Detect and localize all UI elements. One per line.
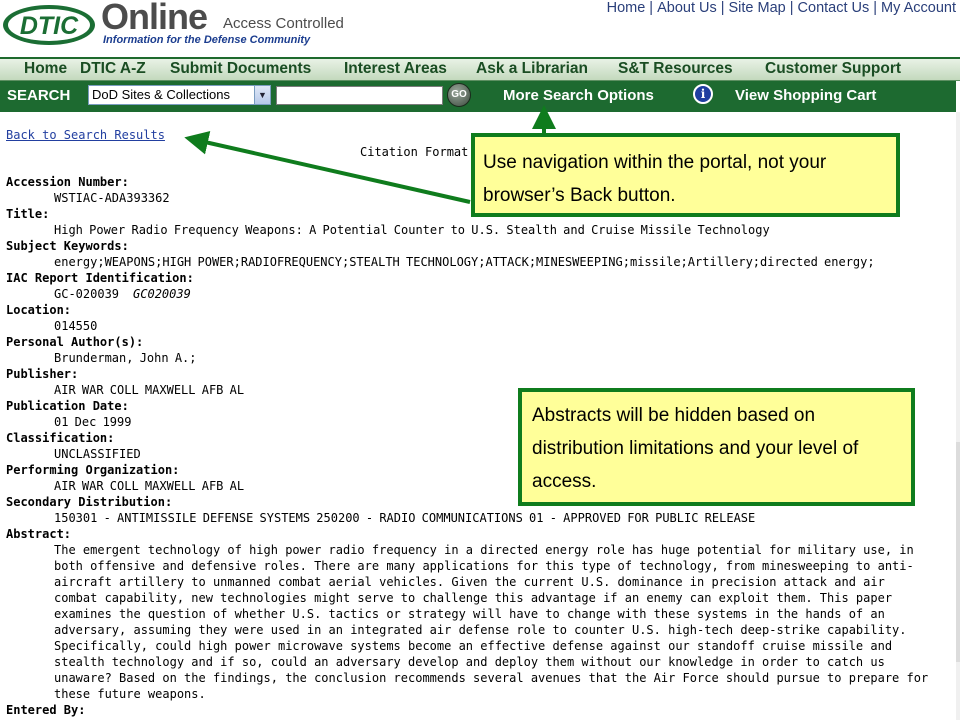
util-link-contact[interactable]: Contact Us xyxy=(798,0,870,16)
back-to-results-link[interactable]: Back to Search Results xyxy=(6,128,165,142)
brand-title: Online xyxy=(101,0,208,37)
dtic-logo[interactable]: DTIC xyxy=(2,3,96,47)
util-link-sitemap[interactable]: Site Map xyxy=(729,0,786,16)
abstract-label: Abstract: xyxy=(6,527,72,541)
utility-nav: Home | About Us | Site Map | Contact Us … xyxy=(607,0,956,16)
separator: | xyxy=(789,0,794,16)
field-value: High Power Radio Frequency Weapons: A Po… xyxy=(54,223,770,237)
abstract-text: The emergent technology of high power ra… xyxy=(54,543,929,701)
separator: | xyxy=(649,0,654,16)
field-label: Personal Author(s): xyxy=(6,335,144,349)
field-value: Brunderman, John A.; xyxy=(54,351,197,365)
dtic-logo-text: DTIC xyxy=(20,12,79,40)
search-input[interactable] xyxy=(276,86,443,105)
field-value: GC-020039 GC020039 xyxy=(6,286,946,302)
brand-access-note: Access Controlled xyxy=(223,15,344,32)
report-id-alt: GC020039 xyxy=(133,287,191,301)
citation-format-label: Citation Format: xyxy=(360,145,476,159)
separator: | xyxy=(720,0,725,16)
separator: | xyxy=(873,0,878,16)
util-link-account[interactable]: My Account xyxy=(881,0,956,16)
site-header: DTIC Online Access Controlled Informatio… xyxy=(0,0,960,57)
field-label: Subject Keywords: xyxy=(6,239,129,253)
page-scrollbar[interactable] xyxy=(956,112,960,720)
field-value: 150301 - ANTIMISSILE DEFENSE SYSTEMS 250… xyxy=(54,511,756,525)
view-shopping-cart-link[interactable]: View Shopping Cart xyxy=(735,87,876,104)
nav-customer-support[interactable]: Customer Support xyxy=(765,60,901,78)
report-id: GC-020039 xyxy=(54,287,120,301)
nav-home[interactable]: Home xyxy=(24,60,67,78)
chevron-down-icon[interactable]: ▼ xyxy=(254,86,270,104)
main-nav: Home DTIC A-Z Submit Documents Interest … xyxy=(0,57,960,81)
go-button[interactable]: GO xyxy=(447,83,471,107)
info-icon[interactable]: i xyxy=(693,84,713,104)
search-label: SEARCH xyxy=(7,87,71,104)
field-label: Location: xyxy=(6,303,72,317)
field-value: 014550 xyxy=(54,319,98,333)
search-bar: SEARCH DoD Sites & Collections ▼ GO More… xyxy=(0,81,956,112)
util-link-home[interactable]: Home xyxy=(607,0,646,16)
more-search-options-link[interactable]: More Search Options xyxy=(503,87,654,104)
nav-interest-areas[interactable]: Interest Areas xyxy=(344,60,447,78)
nav-st-resources[interactable]: S&T Resources xyxy=(618,60,733,78)
entered-by-label: Entered By: xyxy=(6,703,86,717)
nav-dtic-a-z[interactable]: DTIC A-Z xyxy=(80,60,146,78)
search-scope-value: DoD Sites & Collections xyxy=(92,87,230,102)
search-scope-select[interactable]: DoD Sites & Collections ▼ xyxy=(88,85,271,105)
brand-tagline: Information for the Defense Community xyxy=(103,34,311,46)
scrollbar-thumb[interactable] xyxy=(956,442,960,662)
util-link-about[interactable]: About Us xyxy=(657,0,717,16)
field-label: IAC Report Identification: xyxy=(6,271,194,285)
field-label: Publisher: xyxy=(6,367,79,381)
field-value: energy;WEAPONS;HIGH POWER;RADIOFREQUENCY… xyxy=(54,255,875,269)
callout-abstract-tip: Abstracts will be hidden based on distri… xyxy=(518,388,915,506)
callout-navigation-tip: Use navigation within the portal, not yo… xyxy=(471,133,900,217)
nav-submit-documents[interactable]: Submit Documents xyxy=(170,60,311,78)
nav-ask-a-librarian[interactable]: Ask a Librarian xyxy=(476,60,588,78)
